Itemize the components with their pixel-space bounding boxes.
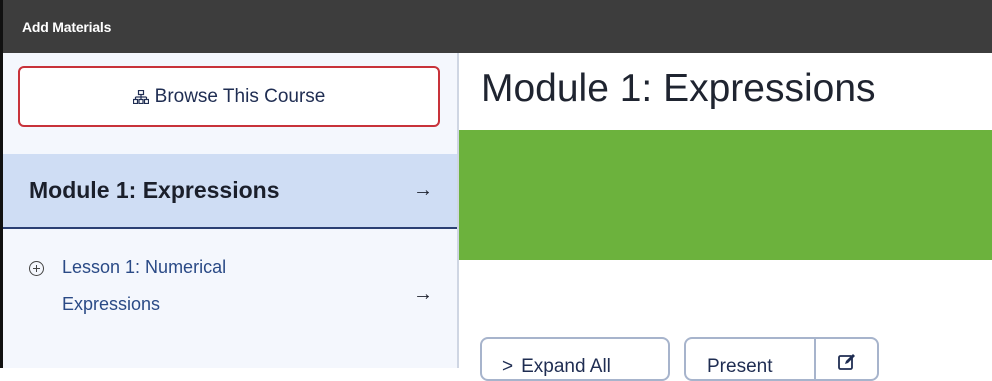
module-banner <box>459 130 992 260</box>
sidebar-item-module-1[interactable]: Module 1: Expressions → <box>3 154 457 229</box>
course-sidebar: Browse This Course Module 1: Expressions… <box>3 53 459 368</box>
edit-button[interactable] <box>816 339 877 379</box>
module-label: Module 1: Expressions <box>29 177 280 203</box>
module-content: Module 1: Expressions > Expand All Prese… <box>459 53 992 381</box>
sidebar-item-lesson-1[interactable]: Lesson 1: Numerical Expressions → <box>3 241 457 331</box>
circle-plus-icon[interactable] <box>29 261 44 276</box>
lesson-label: Lesson 1: Numerical Expressions <box>62 257 227 314</box>
browse-course-label: Browse This Course <box>154 85 326 107</box>
page-title: Module 1: Expressions <box>481 67 876 110</box>
browse-course-button[interactable]: Browse This Course <box>18 66 440 127</box>
present-button[interactable]: Present <box>686 339 816 379</box>
arrow-right-icon: → <box>413 283 433 305</box>
chevron-right-icon: > <box>502 356 514 377</box>
arrow-right-icon: → <box>413 179 433 201</box>
edit-icon <box>837 353 856 379</box>
expand-all-label: Expand All <box>521 356 611 377</box>
expand-all-button[interactable]: > Expand All <box>480 337 670 381</box>
present-button-group: Present <box>684 337 879 381</box>
sitemap-icon <box>132 89 149 104</box>
dialog-title: Add Materials <box>3 0 992 53</box>
